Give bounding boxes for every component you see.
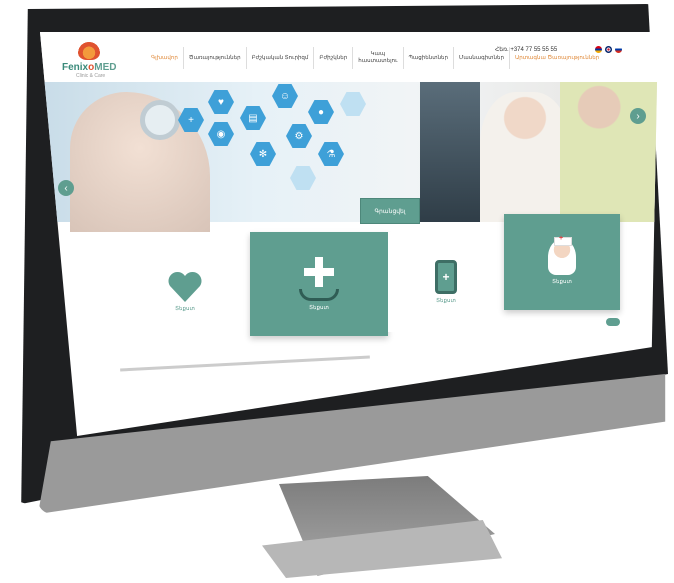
flag-armenia-icon[interactable] [595, 46, 602, 53]
phoenix-logo-icon [78, 42, 100, 60]
slider-prev-button[interactable]: ‹ [58, 180, 74, 196]
service-card[interactable]: + Տեքստ [388, 232, 504, 332]
site-logo[interactable]: FenixoMED Clinic & Care [60, 42, 120, 79]
service-label: Տեքստ [175, 306, 195, 312]
nav-patients[interactable]: Պացիենտներ [402, 47, 454, 69]
flag-uk-icon[interactable] [605, 46, 612, 53]
hex-tubes-icon: ⚗ [318, 142, 344, 166]
nav-home[interactable]: Գլխավոր [146, 47, 183, 69]
service-label: Տեքստ [309, 305, 329, 311]
hex-eye-icon: ◉ [208, 122, 234, 146]
nav-doctors[interactable]: Բժիշկներ [313, 47, 352, 69]
computer-mockup: FenixoMED Clinic & Care Գլխավոր Ծառայութ… [0, 0, 674, 583]
heart-icon [168, 272, 202, 302]
hero-slider: ♥ ☺ ● ◉ ▤ ✻ ⚙ ⚗ + Գրանցվել [40, 82, 658, 232]
monitor: FenixoMED Clinic & Care Գլխավոր Ծառայութ… [8, 4, 668, 514]
pagination-dots[interactable] [606, 318, 620, 326]
patient-image [560, 82, 658, 222]
nav-medical-tourism[interactable]: Բժշկական Տուրիզմ [245, 47, 314, 69]
site-header: FenixoMED Clinic & Care Գլխավոր Ծառայութ… [40, 32, 658, 82]
service-card[interactable]: Տեքստ [120, 242, 250, 342]
nav-services[interactable]: Ծառայություններ [182, 47, 246, 69]
hex-decor-icon [340, 92, 366, 116]
mobile-health-icon: + [435, 260, 457, 294]
chevron-right-icon: › [636, 110, 640, 122]
stethoscope-image [140, 100, 180, 140]
language-switcher [595, 46, 622, 53]
xray-image [420, 82, 480, 222]
hands-icon [299, 289, 339, 301]
logo-text: FenixoMED [62, 62, 117, 73]
doctor-image [480, 92, 570, 222]
phone-number[interactable]: Հեռ. +374 77 55 55 55 [495, 46, 557, 53]
chevron-left-icon: ‹ [64, 182, 68, 194]
hex-tablet-icon: ▤ [240, 106, 266, 130]
hex-doctor-icon: ☺ [272, 84, 298, 108]
hex-molecule-icon: ✻ [250, 142, 276, 166]
nurse-icon [548, 235, 576, 275]
service-label: Տեքստ [552, 279, 572, 285]
nav-contact[interactable]: Կապ հաստատելու [352, 47, 402, 69]
slider-next-button[interactable]: › [630, 108, 646, 124]
medical-cross-icon [304, 257, 334, 287]
hero-cta-button[interactable]: Գրանցվել [360, 198, 420, 224]
hex-drops-icon: ● [308, 100, 334, 124]
service-card[interactable]: Տեքստ [250, 232, 388, 336]
hex-decor-icon [290, 166, 316, 190]
service-card[interactable]: Տեքստ [504, 214, 620, 310]
flag-russia-icon[interactable] [615, 46, 622, 53]
service-label: Տեքստ [436, 298, 456, 304]
hex-heart-icon: ♥ [208, 90, 234, 114]
hex-gear-icon: ⚙ [286, 124, 312, 148]
logo-subtitle: Clinic & Care [76, 73, 106, 79]
